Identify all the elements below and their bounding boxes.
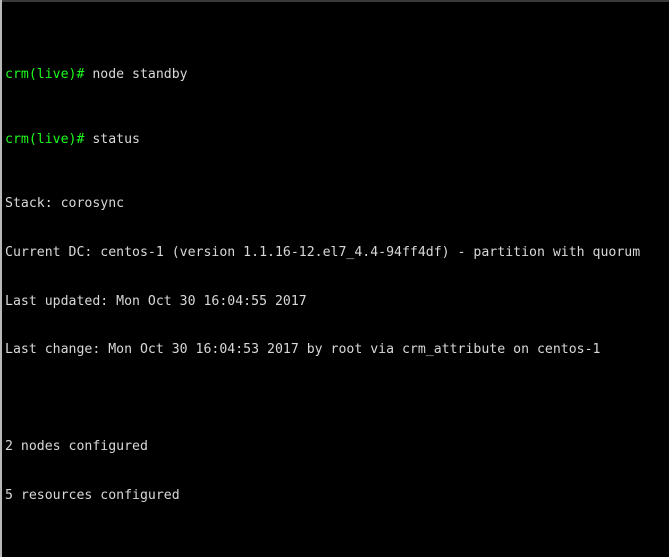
last-updated-line: Last updated: Mon Oct 30 16:04:55 2017 (5, 293, 307, 309)
command-text: status (92, 131, 140, 147)
window-left-border (0, 0, 2, 557)
terminal-output-area[interactable]: crm(live)# node standby crm(live)# statu… (5, 2, 669, 557)
current-dc-line: Current DC: centos-1 (version 1.1.16-12.… (5, 245, 641, 260)
command-text: node standby (92, 66, 188, 82)
window-top-border (0, 0, 669, 2)
command-line[interactable]: crm(live)# node standby (5, 67, 669, 83)
shell-prompt: crm(live)# (5, 66, 93, 82)
shell-prompt: crm(live)# (5, 131, 93, 147)
last-change-line: Last change: Mon Oct 30 16:04:53 2017 by… (5, 342, 601, 358)
stack-line: Stack: corosync (5, 196, 125, 212)
command-line[interactable]: crm(live)# status (5, 132, 669, 148)
nodes-configured-line: 2 nodes configured (5, 439, 148, 455)
terminal-window[interactable]: crm(live)# node standby crm(live)# statu… (0, 0, 669, 557)
resources-configured-line: 5 resources configured (5, 487, 180, 503)
